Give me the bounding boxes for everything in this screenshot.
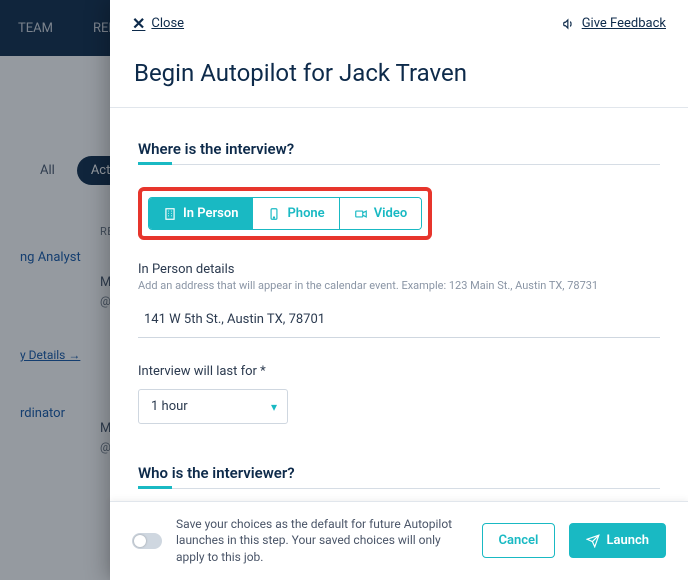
video-icon	[354, 207, 368, 221]
segment-video[interactable]: Video	[340, 198, 422, 229]
segment-in-person-label: In Person	[183, 206, 238, 221]
megaphone-icon	[562, 17, 576, 31]
cancel-label: Cancel	[499, 533, 539, 548]
chevron-down-icon: ▾	[271, 400, 277, 414]
close-label: Close	[151, 16, 184, 31]
segment-in-person[interactable]: In Person	[149, 198, 253, 229]
section-who-header: Who is the interviewer?	[138, 464, 660, 489]
segment-phone-label: Phone	[287, 206, 324, 221]
feedback-label: Give Feedback	[582, 16, 666, 31]
close-button[interactable]: ✕ Close	[132, 14, 184, 33]
modal-title: Begin Autopilot for Jack Traven	[110, 43, 688, 107]
save-default-toggle[interactable]	[132, 533, 162, 549]
launch-label: Launch	[606, 533, 649, 548]
modal-body[interactable]: Where is the interview? In Person Phone …	[110, 108, 688, 501]
modal-footer: Save your choices as the default for fut…	[110, 501, 688, 580]
close-icon: ✕	[132, 14, 145, 33]
address-label: In Person details	[138, 262, 660, 277]
duration-value: 1 hour	[151, 399, 188, 414]
address-hint: Add an address that will appear in the c…	[138, 279, 660, 292]
segment-video-label: Video	[374, 206, 408, 221]
duration-label: Interview will last for *	[138, 364, 660, 379]
building-icon	[163, 207, 177, 221]
autopilot-modal: ✕ Close Give Feedback Begin Autopilot fo…	[110, 0, 688, 580]
duration-select[interactable]: 1 hour ▾	[138, 389, 288, 424]
section-where-header: Where is the interview?	[138, 140, 660, 165]
launch-button[interactable]: Launch	[569, 523, 666, 558]
save-default-label: Save your choices as the default for fut…	[176, 516, 468, 566]
segment-highlight-box: In Person Phone Video	[138, 187, 432, 240]
cancel-button[interactable]: Cancel	[482, 523, 556, 558]
phone-icon	[267, 207, 281, 221]
address-input[interactable]	[138, 302, 660, 338]
segment-phone[interactable]: Phone	[253, 198, 339, 229]
send-icon	[586, 534, 600, 548]
give-feedback-link[interactable]: Give Feedback	[562, 16, 666, 31]
interview-location-segment: In Person Phone Video	[148, 197, 422, 230]
